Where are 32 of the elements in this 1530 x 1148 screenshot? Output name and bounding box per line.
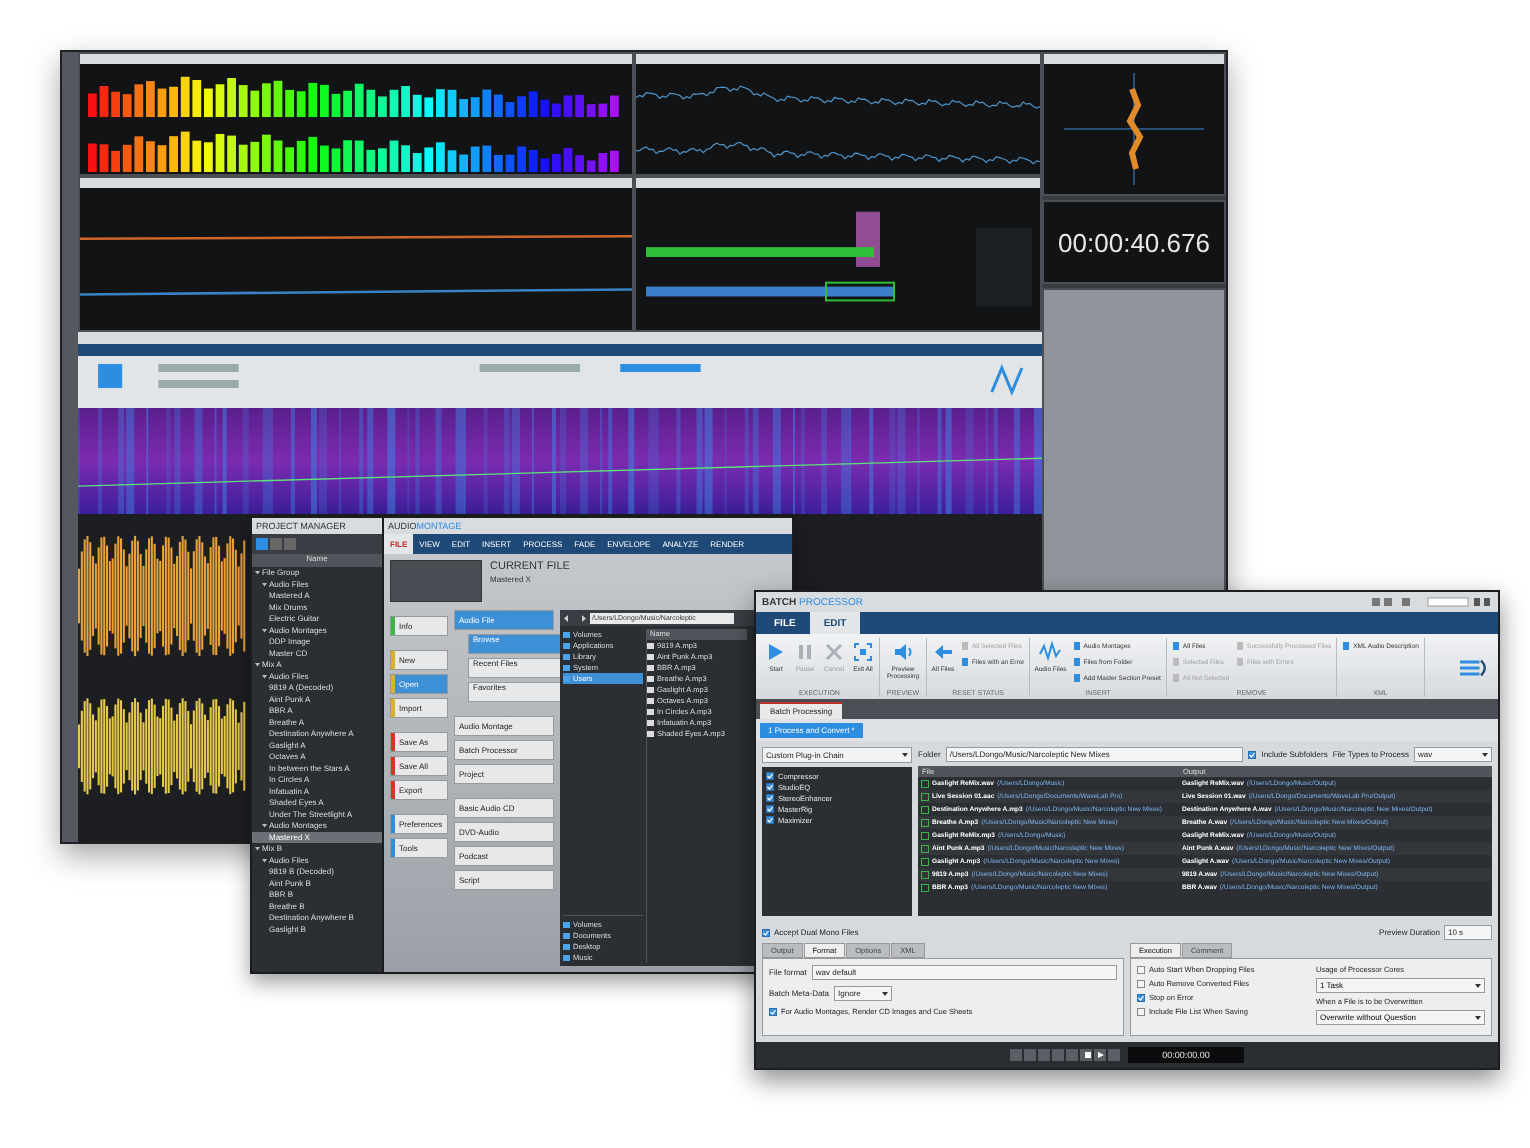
file-icon [1342,642,1351,650]
dropdown-caret-icon [882,991,889,996]
checkbox[interactable] [1248,750,1257,759]
left-arrow-icon [931,640,955,664]
dropdown-caret-icon [1475,1015,1481,1020]
pause-icon [793,640,817,664]
brackets-icon [851,640,875,664]
checkbox[interactable] [766,816,774,824]
dropdown-caret-icon [902,753,908,757]
file-thumbnail [390,560,482,602]
checkbox[interactable] [766,772,774,780]
checkbox[interactable] [769,1007,777,1016]
close-icon [822,640,846,664]
transport-controls-drawing[interactable] [1010,1048,1121,1062]
play-icon [764,640,788,664]
checkbox[interactable] [1137,965,1145,974]
checkbox[interactable] [1137,1007,1145,1016]
checkbox[interactable] [1137,979,1145,988]
checkbox[interactable] [766,805,774,813]
speaker-icon [891,640,915,664]
navigation-arrows-icon[interactable] [563,613,587,623]
wave-icon [1038,640,1063,664]
time-display: 00:00:40.676 [1058,227,1210,257]
checkbox[interactable] [1137,993,1145,1002]
checkbox[interactable] [766,794,774,802]
window-controls-drawing [1372,597,1492,607]
dropdown-caret-icon [1482,752,1488,757]
stacked-lines-icon [1460,656,1490,679]
checkbox[interactable] [762,928,770,937]
toolbar-icons-drawing [256,538,296,550]
dropdown-caret-icon [1475,983,1481,988]
checkbox[interactable] [766,783,774,791]
